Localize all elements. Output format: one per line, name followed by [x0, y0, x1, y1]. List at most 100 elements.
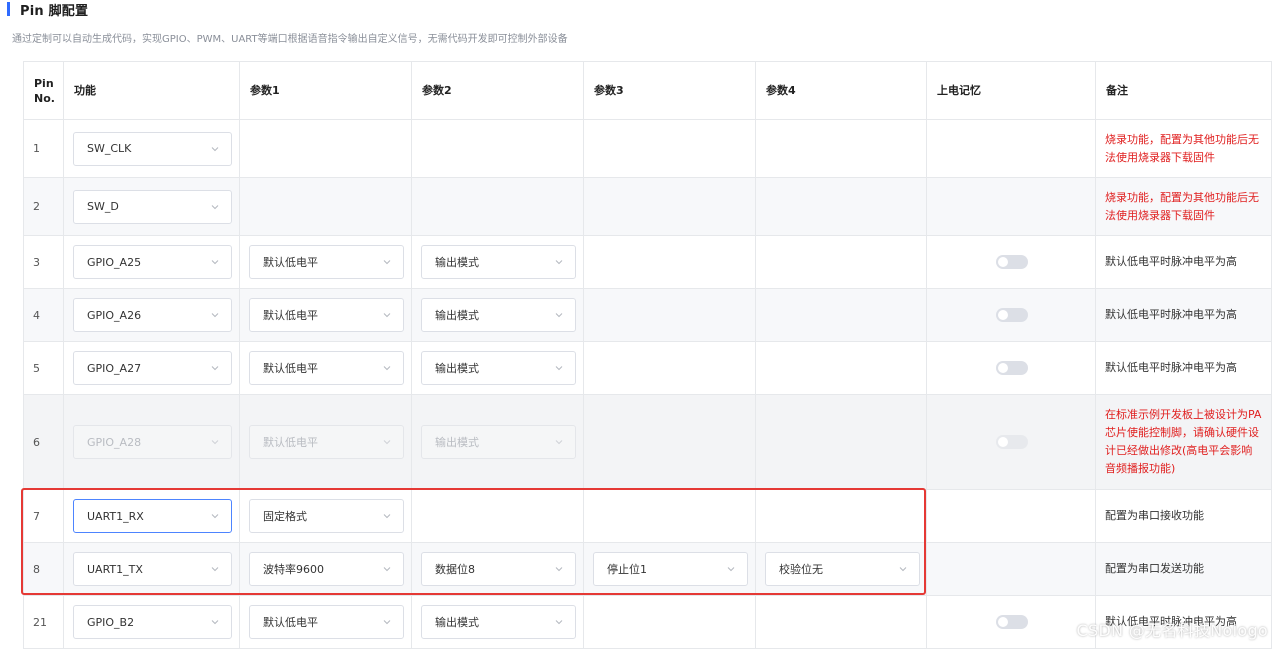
- param1-select[interactable]: 默认低电平: [249, 245, 404, 279]
- param2-select[interactable]: 输出模式: [421, 298, 576, 332]
- power-memory-toggle: [996, 435, 1028, 449]
- param2-select[interactable]: 数据位8: [421, 552, 576, 586]
- chevron-down-icon: [211, 366, 219, 371]
- param1-select[interactable]: 默认低电平: [249, 298, 404, 332]
- function-select[interactable]: SW_D: [73, 189, 232, 224]
- function-select[interactable]: UART1_TX: [73, 552, 232, 586]
- chevron-down-icon: [555, 313, 563, 318]
- function-select: GPIO_A28: [73, 425, 232, 459]
- table-row: 1 SW_CLK 烧录功能，配置为其他功能后无法使用烧录器下载固件: [23, 119, 1272, 178]
- section-header: Pin 脚配置: [0, 0, 88, 19]
- power-memory-toggle[interactable]: [996, 255, 1028, 269]
- pin-number: 7: [23, 489, 64, 543]
- pin-number: 6: [23, 394, 64, 490]
- param3-cell: [583, 235, 756, 289]
- param4-cell: [755, 394, 927, 490]
- param3-cell: [583, 119, 756, 178]
- note-text: 烧录功能，配置为其他功能后无法使用烧录器下载固件: [1105, 132, 1259, 164]
- power-memory-toggle[interactable]: [996, 615, 1028, 629]
- pin-number: 2: [23, 177, 64, 236]
- chevron-down-icon: [211, 146, 219, 151]
- chevron-down-icon: [383, 313, 391, 318]
- param1-select: 默认低电平: [249, 425, 404, 459]
- select-value: UART1_RX: [87, 509, 144, 523]
- toggle-knob: [998, 257, 1008, 267]
- chevron-down-icon: [211, 567, 219, 572]
- note-text: 默认低电平时脉冲电平为高: [1105, 361, 1237, 374]
- param1-select[interactable]: 波特率9600: [249, 552, 404, 586]
- col-header-note: 备注: [1095, 61, 1272, 120]
- pin-number: 1: [23, 119, 64, 178]
- param2-cell: [411, 177, 584, 236]
- chevron-down-icon: [383, 567, 391, 572]
- power-memory-toggle[interactable]: [996, 308, 1028, 322]
- param4-cell: [755, 177, 927, 236]
- chevron-down-icon: [383, 366, 391, 371]
- param4-cell: [755, 119, 927, 178]
- select-value: 数据位8: [435, 563, 475, 576]
- chevron-down-icon: [211, 260, 219, 265]
- param3-cell: [583, 394, 756, 490]
- chevron-down-icon: [211, 204, 219, 209]
- param4-select[interactable]: 校验位无: [765, 552, 920, 586]
- chevron-down-icon: [383, 620, 391, 625]
- memory-cell: [926, 119, 1096, 178]
- note-text: 配置为串口发送功能: [1105, 562, 1204, 575]
- select-value: UART1_TX: [87, 562, 143, 576]
- pin-number: 21: [23, 595, 64, 649]
- param3-cell: [583, 288, 756, 342]
- table-row: 5 GPIO_A27 默认低电平 输出模式 默认低电平时脉冲电平为高: [23, 341, 1272, 395]
- chevron-down-icon: [555, 440, 563, 445]
- function-select[interactable]: GPIO_A26: [73, 298, 232, 332]
- param3-cell: [583, 489, 756, 543]
- select-value: 校验位无: [779, 563, 823, 576]
- chevron-down-icon: [899, 567, 907, 572]
- select-value: 默认低电平: [263, 362, 318, 375]
- param1-cell: [239, 177, 412, 236]
- toggle-knob: [998, 617, 1008, 627]
- table-row: 2 SW_D 烧录功能，配置为其他功能后无法使用烧录器下载固件: [23, 177, 1272, 236]
- table-row: 6 GPIO_A28 默认低电平 输出模式 在标准示例开发板上被设计为PA芯片使…: [23, 394, 1272, 490]
- power-memory-toggle[interactable]: [996, 361, 1028, 375]
- select-value: 默认低电平: [263, 256, 318, 269]
- function-select[interactable]: UART1_RX: [73, 499, 232, 533]
- col-header-memory: 上电记忆: [926, 61, 1096, 120]
- pin-number: 4: [23, 288, 64, 342]
- param1-select[interactable]: 默认低电平: [249, 351, 404, 385]
- note-text: 默认低电平时脉冲电平为高: [1105, 255, 1237, 268]
- param2-select[interactable]: 输出模式: [421, 245, 576, 279]
- chevron-down-icon: [555, 567, 563, 572]
- chevron-down-icon: [211, 440, 219, 445]
- select-value: 固定格式: [263, 510, 307, 523]
- select-value: 输出模式: [435, 362, 479, 375]
- param4-cell: [755, 341, 927, 395]
- param1-select[interactable]: 默认低电平: [249, 605, 404, 639]
- param4-cell: [755, 595, 927, 649]
- param2-select[interactable]: 输出模式: [421, 351, 576, 385]
- col-header-p3: 参数3: [583, 61, 756, 120]
- param3-select[interactable]: 停止位1: [593, 552, 748, 586]
- select-value: GPIO_B2: [87, 615, 135, 629]
- select-value: GPIO_A26: [87, 308, 142, 322]
- chevron-down-icon: [555, 366, 563, 371]
- select-value: 默认低电平: [263, 309, 318, 322]
- chevron-down-icon: [555, 260, 563, 265]
- table-header-row: Pin No. 功能 参数1 参数2 参数3 参数4 上电记忆 备注: [23, 61, 1272, 120]
- function-select[interactable]: GPIO_A25: [73, 245, 232, 279]
- pin-number: 8: [23, 542, 64, 596]
- function-select[interactable]: SW_CLK: [73, 131, 232, 166]
- param3-cell: [583, 177, 756, 236]
- col-header-p1: 参数1: [239, 61, 412, 120]
- pin-number: 3: [23, 235, 64, 289]
- function-select[interactable]: GPIO_A27: [73, 351, 232, 385]
- col-header-p2: 参数2: [411, 61, 584, 120]
- select-value: GPIO_A25: [87, 255, 142, 269]
- select-value: 波特率9600: [263, 563, 324, 576]
- param1-select[interactable]: 固定格式: [249, 499, 404, 533]
- col-header-p4: 参数4: [755, 61, 927, 120]
- toggle-knob: [998, 363, 1008, 373]
- param2-select[interactable]: 输出模式: [421, 605, 576, 639]
- chevron-down-icon: [383, 440, 391, 445]
- function-select[interactable]: GPIO_B2: [73, 605, 232, 639]
- pin-config-table: Pin No. 功能 参数1 参数2 参数3 参数4 上电记忆 备注 1 SW_…: [23, 61, 1272, 649]
